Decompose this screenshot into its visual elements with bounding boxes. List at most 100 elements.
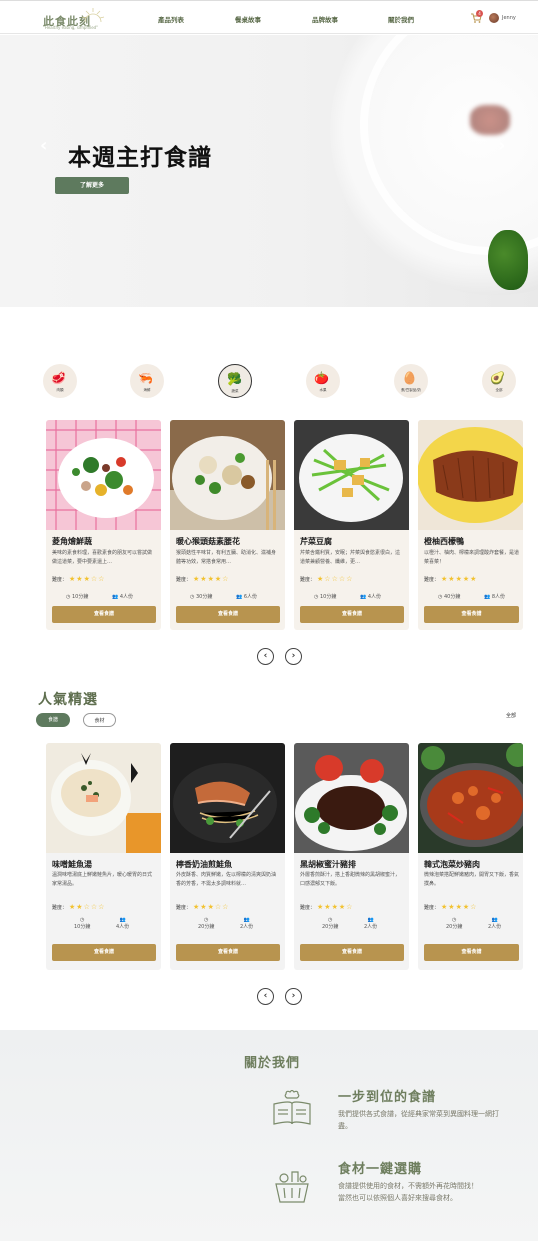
recipe-title[interactable]: 暖心猴頭菇素腰花 bbox=[176, 536, 240, 547]
recipe-title[interactable]: 味噌鮭魚湯 bbox=[52, 859, 92, 870]
tab-recipes[interactable]: 食譜 bbox=[36, 713, 70, 727]
recipe-title[interactable]: 菱角燴鮮蔬 bbox=[52, 536, 92, 547]
recipe-card[interactable]: 暖心猴頭菇素腰花 猴頭菇性平味甘，有利五臟、助消化、滋補身體等功效，常搭食常用…… bbox=[170, 420, 285, 630]
recipe-title[interactable]: 橙柚西檬鴨 bbox=[424, 536, 464, 547]
feature-title: 食材一鍵選購 bbox=[338, 1162, 423, 1177]
popular-card[interactable]: 黑胡椒蜜汁豬排 外層香煎酥汁，搭上香甜微辣的黑胡椒蜜汁，口感濃郁又下飯。 難度：… bbox=[294, 743, 409, 970]
category-fruit[interactable]: 🍅 水果 bbox=[306, 364, 340, 398]
recipe-description: 溫潤味噌湯底上鮮嫩鮭魚片，暖心暖胃的日式家常湯品。 bbox=[52, 872, 153, 887]
view-recipe-button[interactable]: 查看食譜 bbox=[424, 944, 519, 961]
recipe-servings: 👥 4人份 bbox=[360, 594, 382, 600]
recipe-servings: 👥 4人份 bbox=[116, 917, 130, 930]
time-label: 10分鐘 bbox=[71, 594, 89, 600]
recipe-difficulty: 難度： ★★☆☆☆ bbox=[52, 903, 105, 911]
category-all[interactable]: 🥑 全部 bbox=[482, 364, 516, 398]
recipe-difficulty: 難度： ★☆☆☆☆ bbox=[300, 575, 353, 583]
avatar[interactable] bbox=[489, 13, 499, 23]
recipe-difficulty: 難度： ★★★★★ bbox=[424, 575, 477, 583]
category-vegetables[interactable]: 🥦 蔬菜 bbox=[218, 364, 252, 398]
popular-card[interactable]: 韓式泡菜炒豬肉 微辣泡菜搭配鮮嫩豬肉，開胃又下飯，香氣撲鼻。 難度： ★★★★☆ … bbox=[418, 743, 523, 970]
recipe-card[interactable]: 菱角燴鮮蔬 美味的素食料理，喜歡素食的朋友可以嘗試做做這道菜，要中要素還上… 難… bbox=[46, 420, 161, 630]
next-page-button[interactable]: › bbox=[285, 988, 302, 1005]
hero-vegetable bbox=[488, 230, 528, 290]
nav-about[interactable]: 關於我們 bbox=[388, 14, 414, 24]
top-header: 此食此刻 "Healthy eating, simplified" 產品列表 餐… bbox=[0, 0, 538, 34]
recipe-description: 猴頭菇性平味甘，有利五臟、助消化、滋補身體等功效，常搭食常用… bbox=[176, 550, 277, 565]
difficulty-stars: ★★★★☆ bbox=[193, 575, 230, 583]
recipe-card[interactable]: 橙柚西檬鴨 以橙汁、柚肉、檸檬來調理酸炸套餐，是道菜喜菜！ 難度： ★★★★★ ◷… bbox=[418, 420, 523, 630]
recipe-title[interactable]: 韓式泡菜炒豬肉 bbox=[424, 859, 480, 870]
meat-icon: 🥩 bbox=[51, 371, 66, 385]
recipe-image bbox=[46, 743, 161, 853]
recipe-time: ◷ 20分鐘 bbox=[446, 917, 463, 930]
next-page-button[interactable]: › bbox=[285, 648, 302, 665]
recipe-title[interactable]: 黑胡椒蜜汁豬排 bbox=[300, 859, 356, 870]
grocery-basket-icon bbox=[275, 1171, 309, 1203]
time-label: 10分鐘 bbox=[319, 594, 337, 600]
view-recipe-button[interactable]: 查看食譜 bbox=[52, 606, 156, 623]
recipe-image bbox=[170, 743, 285, 853]
recipe-title[interactable]: 檸香奶油煎鮭魚 bbox=[176, 859, 232, 870]
category-label: 全部 bbox=[495, 388, 503, 392]
view-recipe-button[interactable]: 查看食譜 bbox=[300, 606, 404, 623]
servings-label: 2人份 bbox=[364, 924, 378, 930]
recipe-image bbox=[418, 743, 523, 853]
recipe-time: ◷ 20分鐘 bbox=[322, 917, 339, 930]
tab-ingredients[interactable]: 食材 bbox=[83, 713, 116, 727]
difficulty-stars: ★★★☆☆ bbox=[193, 903, 230, 911]
servings-label: 6人份 bbox=[243, 594, 258, 600]
view-recipe-button[interactable]: 查看食譜 bbox=[300, 944, 404, 961]
chevron-left-icon[interactable]: ‹ bbox=[40, 135, 47, 156]
recipe-image bbox=[418, 420, 523, 530]
time-label: 30分鐘 bbox=[195, 594, 213, 600]
difficulty-label: 難度： bbox=[300, 577, 316, 583]
view-recipe-button[interactable]: 查看食譜 bbox=[176, 606, 280, 623]
category-seafood[interactable]: 🦐 海鮮 bbox=[130, 364, 164, 398]
sun-icon bbox=[81, 8, 105, 23]
recipe-difficulty: 難度： ★★★☆☆ bbox=[52, 575, 105, 583]
nav-products[interactable]: 產品列表 bbox=[158, 14, 184, 24]
recipe-difficulty: 難度： ★★★★☆ bbox=[176, 575, 229, 583]
time-label: 10分鐘 bbox=[74, 924, 91, 930]
recipe-title[interactable]: 芹菜豆腐 bbox=[300, 536, 332, 547]
difficulty-label: 難度： bbox=[176, 577, 192, 583]
category-label: 水果 bbox=[319, 388, 327, 392]
nav-brand-story[interactable]: 品牌故事 bbox=[312, 14, 338, 24]
difficulty-stars: ★☆☆☆☆ bbox=[317, 575, 354, 583]
recipe-time: ◷ 10分鐘 bbox=[66, 594, 89, 600]
category-meat[interactable]: 🥩 肉類 bbox=[43, 364, 77, 398]
difficulty-stars: ★★★★★ bbox=[441, 575, 478, 583]
shrimp-icon: 🦐 bbox=[138, 371, 153, 385]
recipe-difficulty: 難度： ★★★☆☆ bbox=[176, 903, 229, 911]
nav-table-stories[interactable]: 餐桌故事 bbox=[235, 14, 261, 24]
learn-more-button[interactable]: 了解更多 bbox=[55, 177, 129, 194]
chevron-right-icon[interactable]: › bbox=[498, 135, 505, 156]
user-name[interactable]: Jenny bbox=[502, 15, 516, 21]
view-recipe-button[interactable]: 查看食譜 bbox=[52, 944, 156, 961]
view-recipe-button[interactable]: 查看食譜 bbox=[176, 944, 280, 961]
servings-label: 2人份 bbox=[240, 924, 254, 930]
logo[interactable]: 此食此刻 "Healthy eating, simplified" bbox=[43, 8, 105, 30]
egg-icon: 🥚 bbox=[402, 371, 417, 385]
time-label: 20分鐘 bbox=[322, 924, 339, 930]
all-icon: 🥑 bbox=[490, 371, 505, 385]
recipe-image bbox=[294, 420, 409, 530]
recipe-servings: 👥 8人份 bbox=[484, 594, 506, 600]
recipe-description: 外層香煎酥汁，搭上香甜微辣的黑胡椒蜜汁，口感濃郁又下飯。 bbox=[300, 872, 401, 887]
time-label: 20分鐘 bbox=[446, 924, 463, 930]
recipe-card[interactable]: 芹菜豆腐 芹菜含鐵利質，安眠；芹菜與食慾素很白，這道菜兼顧營養、纖維，更… 難度… bbox=[294, 420, 409, 630]
servings-label: 4人份 bbox=[119, 594, 134, 600]
difficulty-label: 難度： bbox=[176, 905, 192, 911]
vegetables-icon: 🥦 bbox=[227, 372, 242, 386]
recipe-description: 微辣泡菜搭配鮮嫩豬肉，開胃又下飯，香氣撲鼻。 bbox=[424, 872, 520, 887]
prev-page-button[interactable]: ‹ bbox=[257, 648, 274, 665]
prev-page-button[interactable]: ‹ bbox=[257, 988, 274, 1005]
servings-label: 4人份 bbox=[367, 594, 382, 600]
popular-card[interactable]: 檸香奶油煎鮭魚 外皮酥香、肉質鮮嫩，佐以檸檬的清爽與奶油香的芳香，不需太多調味料… bbox=[170, 743, 285, 970]
view-recipe-button[interactable]: 查看食譜 bbox=[424, 606, 519, 623]
category-egg-dairy[interactable]: 🥚 蛋/豆製品/奶 bbox=[394, 364, 428, 398]
popular-card[interactable]: 味噌鮭魚湯 溫潤味噌湯底上鮮嫩鮭魚片，暖心暖胃的日式家常湯品。 難度： ★★☆☆☆… bbox=[46, 743, 161, 970]
popular-section-title: 人氣精選 bbox=[38, 692, 98, 708]
view-all-link[interactable]: 全部 bbox=[506, 712, 516, 719]
time-label: 40分鐘 bbox=[443, 594, 461, 600]
